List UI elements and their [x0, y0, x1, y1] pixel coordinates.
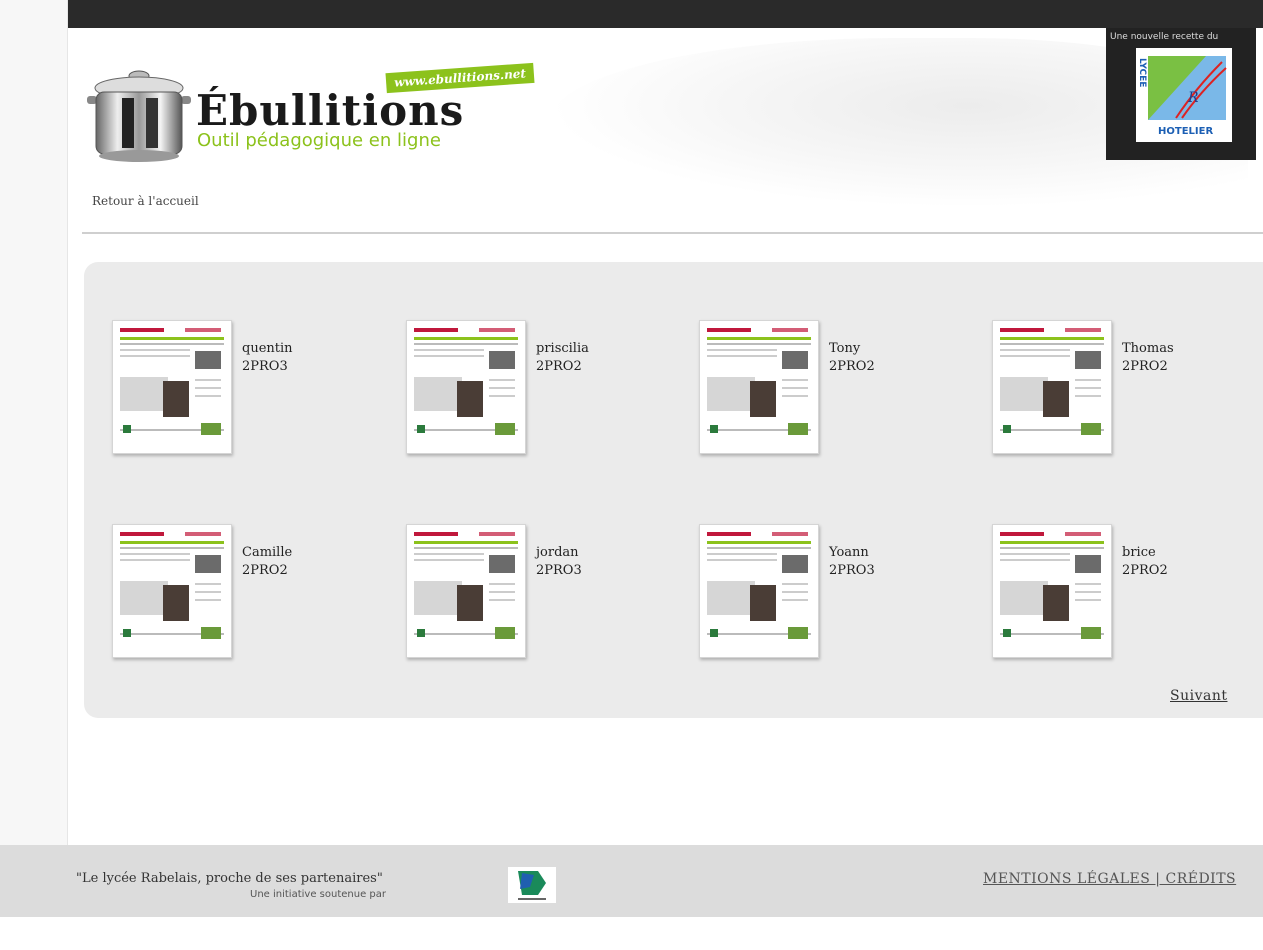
newsletter-card[interactable]: brice 2PRO2 [992, 524, 1263, 664]
next-page-link[interactable]: Suivant [1170, 688, 1227, 704]
student-name[interactable]: Camille [242, 544, 292, 562]
student-class: 2PRO2 [1122, 563, 1168, 578]
cooking-pot-icon [87, 70, 191, 162]
newsletter-thumbnail[interactable] [992, 524, 1112, 658]
student-name[interactable]: Thomas [1122, 340, 1174, 358]
partner-logo-panel[interactable]: Une nouvelle recette du R LYCEE HOTELIER [1106, 28, 1256, 160]
newsletter-card[interactable]: quentin 2PRO3 [112, 320, 412, 460]
newsletter-thumbnail[interactable] [992, 320, 1112, 454]
lycee-hotelier-logo: R LYCEE HOTELIER [1136, 48, 1232, 142]
student-name[interactable]: priscilia [536, 340, 589, 358]
newsletter-thumbnail[interactable] [406, 524, 526, 658]
student-name[interactable]: Yoann [829, 544, 869, 562]
student-class: 2PRO2 [242, 563, 288, 578]
site-header: www.ebullitions.net Ébullitions Outil pé… [68, 28, 1263, 233]
logo-horizontal-text: HOTELIER [1158, 126, 1213, 137]
newsletter-card[interactable]: Tony 2PRO2 [699, 320, 999, 460]
student-class: 2PRO2 [1122, 359, 1168, 374]
partner-caption: Une nouvelle recette du [1110, 32, 1219, 42]
newsletter-thumbnail[interactable] [112, 320, 232, 454]
newsletter-card[interactable]: jordan 2PRO3 [406, 524, 706, 664]
svg-text:R: R [1187, 90, 1199, 106]
student-class: 2PRO2 [536, 359, 582, 374]
student-class: 2PRO2 [829, 359, 875, 374]
newsletter-thumbnail[interactable] [406, 320, 526, 454]
footer-quote: "Le lycée Rabelais, proche de ses parten… [76, 871, 383, 886]
student-name[interactable]: brice [1122, 544, 1156, 562]
student-name[interactable]: quentin [242, 340, 293, 358]
student-name[interactable]: jordan [536, 544, 579, 562]
newsletter-thumbnail[interactable] [699, 320, 819, 454]
top-bar [68, 0, 1263, 28]
region-logo[interactable] [508, 867, 556, 903]
newsletter-card[interactable]: Thomas 2PRO2 [992, 320, 1263, 460]
student-class: 2PRO3 [242, 359, 288, 374]
newsletter-thumbnail[interactable] [112, 524, 232, 658]
site-subtitle: Outil pédagogique en ligne [197, 130, 441, 151]
newsletter-card[interactable]: priscilia 2PRO2 [406, 320, 706, 460]
site-title: Ébullitions [196, 86, 465, 135]
footer-support-text: Une initiative soutenue par [250, 889, 386, 900]
logo-vertical-text: LYCEE [1137, 58, 1147, 87]
newsletter-thumbnail[interactable] [699, 524, 819, 658]
student-class: 2PRO3 [536, 563, 582, 578]
gallery-panel: quentin 2PRO3 priscilia 2PRO2 Tony 2PRO2 Thoma… [84, 262, 1263, 718]
back-to-home-link[interactable]: Retour à l'accueil [92, 194, 199, 208]
student-name[interactable]: Tony [829, 340, 860, 358]
legal-mentions-credits-link[interactable]: MENTIONS LÉGALES | CRÉDITS [983, 871, 1236, 887]
header-divider [82, 232, 1263, 234]
student-class: 2PRO3 [829, 563, 875, 578]
site-footer: "Le lycée Rabelais, proche de ses parten… [0, 845, 1263, 917]
newsletter-card[interactable]: Camille 2PRO2 [112, 524, 412, 664]
left-margin [0, 0, 68, 845]
newsletter-card[interactable]: Yoann 2PRO3 [699, 524, 999, 664]
